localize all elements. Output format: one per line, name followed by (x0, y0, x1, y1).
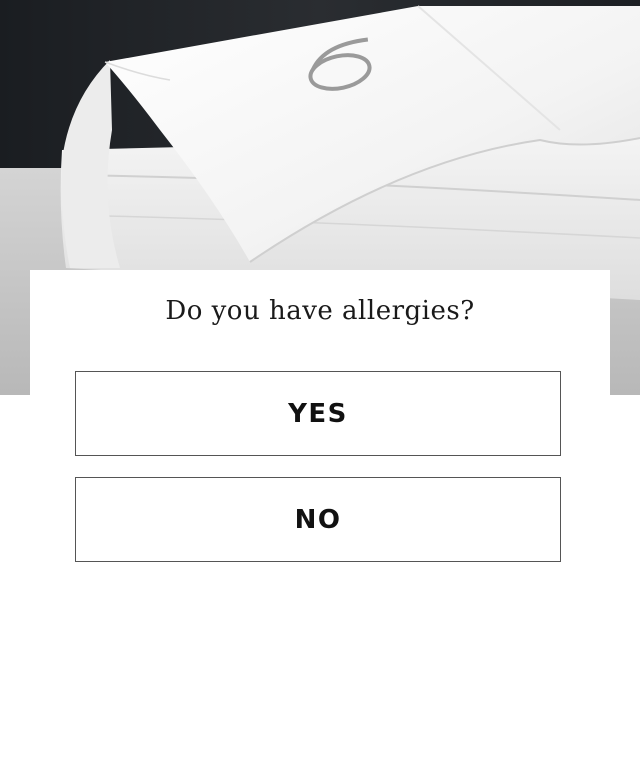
quiz-page: Do you have allergies? YES NO (0, 0, 640, 760)
quiz-question: Do you have allergies? (165, 296, 475, 326)
yes-button[interactable]: YES (75, 371, 561, 456)
quiz-card: Do you have allergies? YES NO (30, 270, 610, 760)
no-button[interactable]: NO (75, 477, 561, 562)
